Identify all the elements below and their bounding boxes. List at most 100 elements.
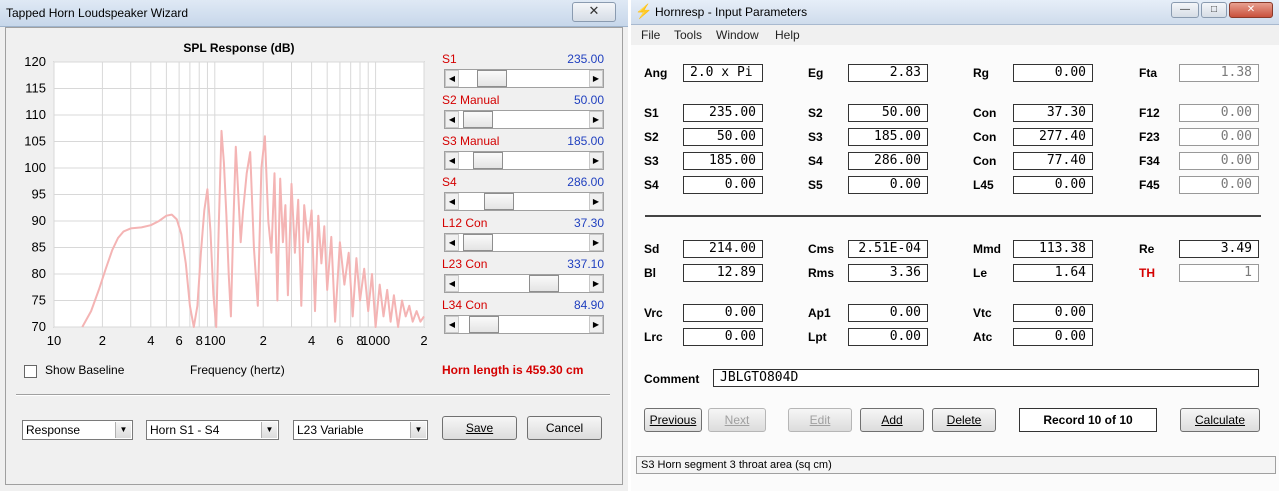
field-input[interactable]: 0.00 [848,176,928,194]
chevron-right-icon[interactable]: ▶ [589,111,603,128]
slider-2[interactable]: ◀ ▶ [444,151,604,170]
show-baseline-checkbox[interactable] [24,365,37,378]
slider-3[interactable]: ◀ ▶ [444,192,604,211]
previous-button[interactable]: Previous [644,408,702,432]
field-label: F34 [1139,154,1160,168]
field-input[interactable]: 235.00 [683,104,763,122]
chevron-left-icon[interactable]: ◀ [445,193,459,210]
field-input[interactable]: 0.00 [683,304,763,322]
slider-0[interactable]: ◀ ▶ [444,69,604,88]
field-input: 0.00 [1179,176,1259,194]
slider-5[interactable]: ◀ ▶ [444,274,604,293]
field-label: Vrc [644,306,663,320]
save-label: Save [465,421,494,435]
menu-bar: File Tools Window Help [631,25,1279,45]
field-label: Ang [644,66,668,80]
field-input[interactable]: 0.00 [848,304,928,322]
field-input[interactable]: 2.83 [848,64,928,82]
field-input[interactable]: 185.00 [683,152,763,170]
field-input[interactable]: 2.0 x Pi [683,64,763,82]
slider-thumb[interactable] [469,316,499,333]
chevron-right-icon[interactable]: ▶ [589,70,603,87]
field-input[interactable]: 2.51E-04 [848,240,928,258]
slider-6[interactable]: ◀ ▶ [444,315,604,334]
y-tick-label: 95 [32,187,46,202]
field-input[interactable]: 0.00 [1013,304,1093,322]
field-label: Rg [973,66,989,80]
chevron-right-icon[interactable]: ▶ [589,316,603,333]
slider-value: 185.00 [567,134,604,148]
field-input[interactable]: 3.36 [848,264,928,282]
chevron-right-icon[interactable]: ▶ [589,152,603,169]
slider-value: 84.90 [573,298,604,312]
chevron-left-icon[interactable]: ◀ [445,234,459,251]
field-input[interactable]: 0.00 [1013,176,1093,194]
edit-button[interactable]: Edit [788,408,852,432]
cancel-button[interactable]: Cancel [527,416,602,440]
chevron-right-icon[interactable]: ▶ [589,193,603,210]
x-tick-label: 2 [420,333,427,348]
slider-thumb[interactable] [529,275,559,292]
chevron-left-icon[interactable]: ◀ [445,70,459,87]
field-label: Atc [973,330,993,344]
field-input: 0.00 [1179,152,1259,170]
field-input[interactable]: 3.49 [1179,240,1259,258]
slider-thumb[interactable] [463,234,493,251]
chevron-right-icon[interactable]: ▶ [589,234,603,251]
field-input[interactable]: 77.40 [1013,152,1093,170]
x-tick-label: 2 [260,333,267,348]
y-tick-label: 100 [24,160,46,175]
slider-thumb[interactable] [473,152,503,169]
field-input[interactable]: 0.00 [848,328,928,346]
field-input[interactable]: 0.00 [683,176,763,194]
field-input[interactable]: 50.00 [848,104,928,122]
field-input[interactable]: 185.00 [848,128,928,146]
maximize-button[interactable]: □ [1201,2,1227,18]
input-parameters-panel: Ang 2.0 x Pi Eg 2.83 Rg 0.00 Fta 1.38 S1 235… [635,46,1275,454]
chevron-right-icon[interactable]: ▶ [589,275,603,292]
menu-help[interactable]: Help [775,28,800,42]
field-input[interactable]: 0.00 [683,328,763,346]
delete-button[interactable]: Delete [932,408,996,432]
slider-label: S3 Manual [442,134,500,148]
chevron-left-icon[interactable]: ◀ [445,152,459,169]
field-input[interactable]: 0.00 [1013,328,1093,346]
chevron-left-icon[interactable]: ◀ [445,111,459,128]
chevron-left-icon[interactable]: ◀ [445,275,459,292]
slider-label: S1 [442,52,457,66]
hornresp-titlebar[interactable]: ⚡ Hornresp - Input Parameters — □ ✕ [631,0,1279,25]
menu-file[interactable]: File [641,28,660,42]
field-input[interactable]: 113.38 [1013,240,1093,258]
next-button[interactable]: Next [708,408,766,432]
variable-combo[interactable]: L23 Variable ▼ [293,420,428,440]
field-input[interactable]: 37.30 [1013,104,1093,122]
field-label: S3 [808,130,823,144]
field-input[interactable]: 286.00 [848,152,928,170]
field-input[interactable]: 50.00 [683,128,763,146]
minimize-button[interactable]: — [1171,2,1199,18]
menu-tools[interactable]: Tools [674,28,702,42]
slider-1[interactable]: ◀ ▶ [444,110,604,129]
add-button[interactable]: Add [860,408,924,432]
slider-4[interactable]: ◀ ▶ [444,233,604,252]
slider-thumb[interactable] [477,70,507,87]
response-combo[interactable]: Response ▼ [22,420,133,440]
y-tick-label: 110 [25,107,46,122]
field-input[interactable]: 277.40 [1013,128,1093,146]
wizard-titlebar[interactable]: Tapped Horn Loudspeaker Wizard ✕ [0,0,628,27]
field-label: Eg [808,66,824,80]
horn-segment-combo[interactable]: Horn S1 - S4 ▼ [146,420,279,440]
comment-input[interactable]: JBLGTO804D [713,369,1259,387]
calculate-button[interactable]: Calculate [1180,408,1260,432]
field-input[interactable]: 214.00 [683,240,763,258]
menu-window[interactable]: Window [716,28,759,42]
hornresp-close-button[interactable]: ✕ [1229,2,1273,18]
slider-thumb[interactable] [484,193,514,210]
slider-thumb[interactable] [463,111,493,128]
wizard-close-button[interactable]: ✕ [572,2,616,22]
field-input[interactable]: 1.64 [1013,264,1093,282]
chevron-left-icon[interactable]: ◀ [445,316,459,333]
save-button[interactable]: Save [442,416,517,440]
field-input[interactable]: 12.89 [683,264,763,282]
field-input[interactable]: 0.00 [1013,64,1093,82]
